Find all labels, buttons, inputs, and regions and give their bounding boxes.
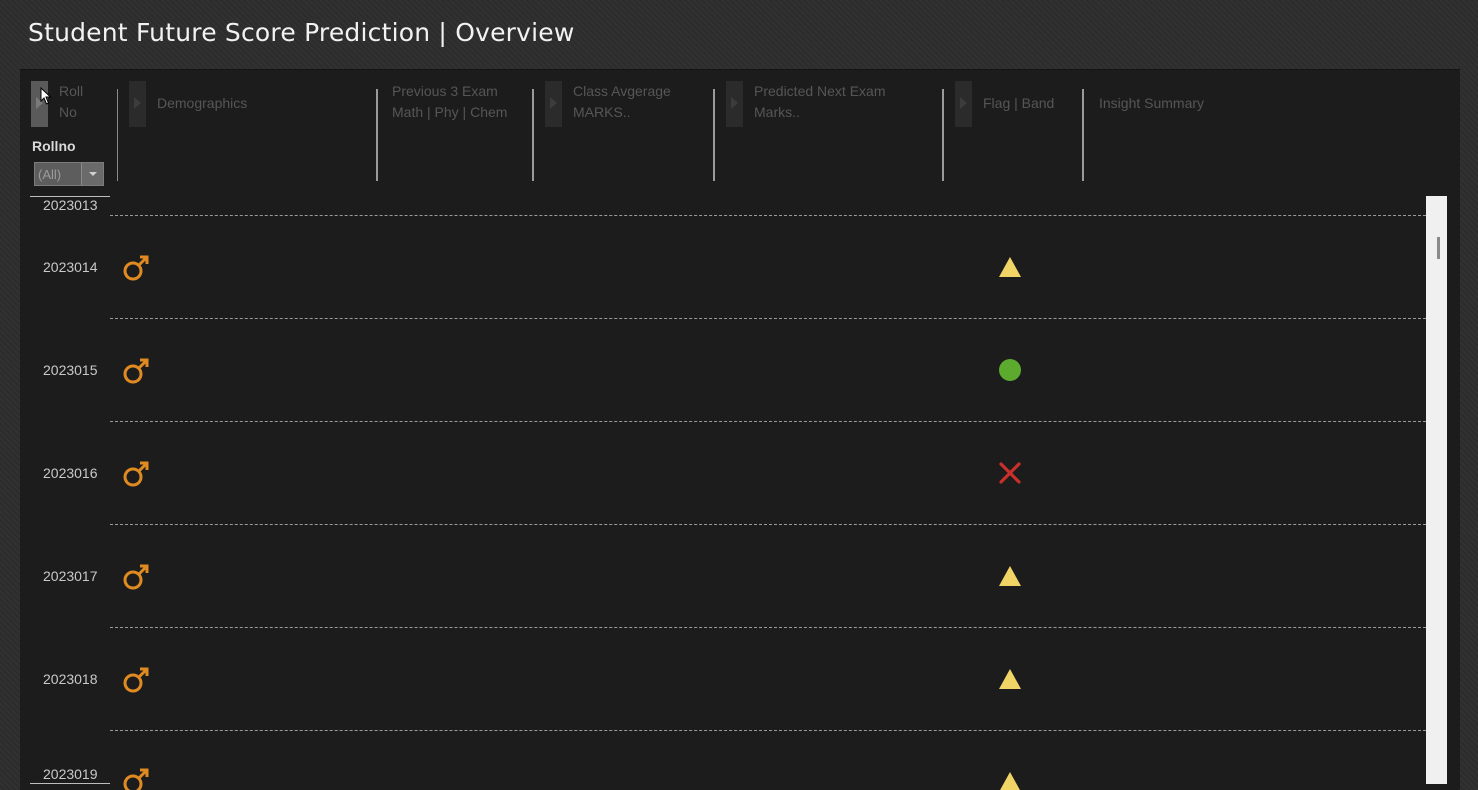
row-divider (110, 627, 1426, 628)
column-divider (376, 89, 378, 181)
header-roll-line1: Roll (59, 83, 84, 99)
roll-number[interactable]: 2023014 (43, 259, 98, 275)
rollno-filter-value: (All) (38, 166, 62, 182)
header-demographics[interactable]: Demographics (157, 93, 247, 114)
header-prev-line2: Math | Phy | Chem (392, 104, 508, 120)
male-icon (123, 461, 149, 487)
chevron-down-icon[interactable] (81, 163, 103, 185)
row-divider (110, 421, 1426, 422)
header-flag-band[interactable]: Flag | Band (983, 93, 1054, 114)
dashboard-panel: Roll No Rollno (All) Demographics Previo… (20, 69, 1460, 790)
header-pred-line2: Marks.. (754, 104, 800, 120)
row-divider (110, 730, 1426, 731)
table-header: Roll No Rollno (All) Demographics Previo… (20, 70, 1460, 195)
student-rows: 2023013 2023014 2023015 2023016 2023017 … (20, 196, 1426, 790)
male-icon (123, 358, 149, 384)
roll-number[interactable]: 2023018 (43, 671, 98, 687)
cross-flag-icon[interactable] (997, 460, 1023, 486)
row-underline (30, 783, 110, 784)
triangle-flag-icon[interactable] (997, 769, 1023, 790)
column-divider (1082, 89, 1084, 181)
roll-number[interactable]: 2023013 (43, 197, 98, 213)
column-divider (117, 89, 118, 181)
row-divider (110, 215, 1426, 216)
mouse-cursor-icon (40, 87, 52, 105)
header-insight-summary[interactable]: Insight Summary (1099, 93, 1204, 114)
triangle-flag-icon[interactable] (997, 254, 1023, 280)
triangle-flag-icon[interactable] (997, 666, 1023, 692)
header-pred-line1: Predicted Next Exam (754, 83, 886, 99)
row-divider (110, 318, 1426, 319)
roll-number[interactable]: 2023016 (43, 465, 98, 481)
triangle-flag-icon[interactable] (997, 563, 1023, 589)
header-roll-no[interactable]: Roll No (59, 81, 83, 123)
row-divider (110, 524, 1426, 525)
scrollbar-thumb[interactable] (1437, 237, 1440, 259)
rollno-filter-dropdown[interactable]: (All) (34, 162, 104, 186)
expand-predicted-button[interactable] (726, 81, 743, 127)
rollno-filter-label: Rollno (32, 138, 76, 154)
expand-class-avg-button[interactable] (545, 81, 562, 127)
roll-number[interactable]: 2023019 (43, 766, 98, 782)
column-divider (942, 89, 944, 181)
header-roll-line2: No (59, 104, 77, 120)
header-class-line2: MARKS.. (573, 104, 631, 120)
male-icon (123, 768, 149, 790)
header-prev-line1: Previous 3 Exam (392, 83, 498, 99)
header-previous-exam[interactable]: Previous 3 Exam Math | Phy | Chem (392, 81, 507, 123)
header-class-average[interactable]: Class Avgerage MARKS.. (573, 81, 671, 123)
roll-number[interactable]: 2023015 (43, 362, 98, 378)
male-icon (123, 667, 149, 693)
expand-demographics-button[interactable] (129, 81, 146, 127)
vertical-scrollbar[interactable] (1426, 196, 1447, 784)
column-divider (713, 89, 715, 181)
header-class-line1: Class Avgerage (573, 83, 671, 99)
circle-flag-icon[interactable] (997, 357, 1023, 383)
roll-number[interactable]: 2023017 (43, 568, 98, 584)
header-predicted[interactable]: Predicted Next Exam Marks.. (754, 81, 886, 123)
male-icon (123, 564, 149, 590)
male-icon (123, 255, 149, 281)
column-divider (532, 89, 534, 181)
expand-flag-button[interactable] (955, 81, 972, 127)
page-title: Student Future Score Prediction | Overvi… (28, 18, 575, 47)
